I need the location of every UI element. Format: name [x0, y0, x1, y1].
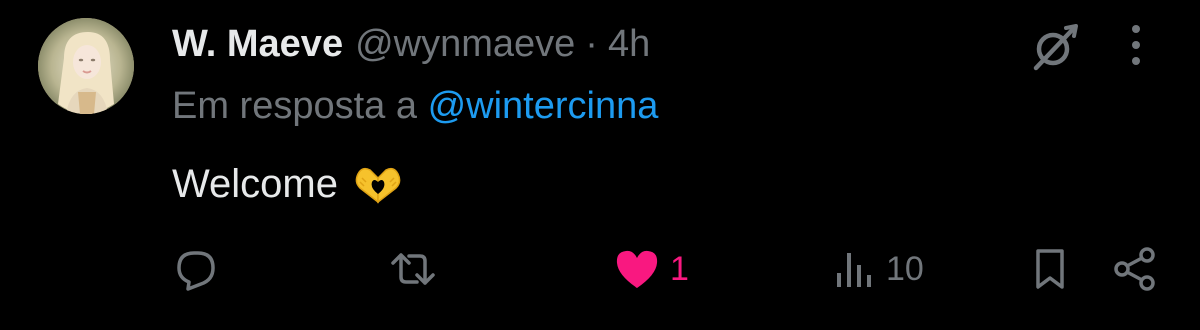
avatar[interactable] — [38, 18, 134, 114]
like-button[interactable]: 1 — [614, 242, 689, 296]
repost-icon — [390, 247, 436, 291]
post-header: W. Maeve @wynmaeve · 4h — [172, 20, 650, 68]
views-button[interactable]: 10 — [834, 242, 924, 296]
reply-context: Em resposta a @wintercinna — [172, 82, 658, 130]
more-vertical-icon[interactable] — [1124, 22, 1148, 68]
share-icon — [1112, 246, 1158, 292]
share-button[interactable] — [1112, 242, 1158, 296]
heart-filled-icon — [614, 248, 660, 290]
heart-hands-emoji — [352, 162, 404, 206]
reply-mention-link[interactable]: @wintercinna — [428, 85, 659, 127]
reply-button[interactable] — [174, 242, 218, 296]
post-body: Welcome — [172, 162, 338, 206]
author-name[interactable]: W. Maeve — [172, 20, 343, 68]
repost-button[interactable] — [390, 242, 436, 296]
like-count: 1 — [670, 250, 689, 288]
post-text: Welcome — [172, 160, 404, 208]
bookmark-icon — [1030, 247, 1070, 291]
grok-icon[interactable] — [1028, 20, 1082, 74]
views-icon — [834, 247, 876, 291]
separator-dot: · — [585, 23, 598, 65]
author-handle[interactable]: @wynmaeve — [355, 20, 575, 68]
views-count: 10 — [886, 250, 924, 288]
bookmark-button[interactable] — [1030, 242, 1070, 296]
post-card[interactable]: W. Maeve @wynmaeve · 4h Em resposta a @w… — [0, 0, 1200, 330]
reply-prefix: Em resposta a — [172, 85, 417, 127]
action-bar: 1 10 — [0, 242, 1200, 296]
reply-icon — [174, 247, 218, 291]
post-timestamp[interactable]: 4h — [608, 20, 650, 68]
